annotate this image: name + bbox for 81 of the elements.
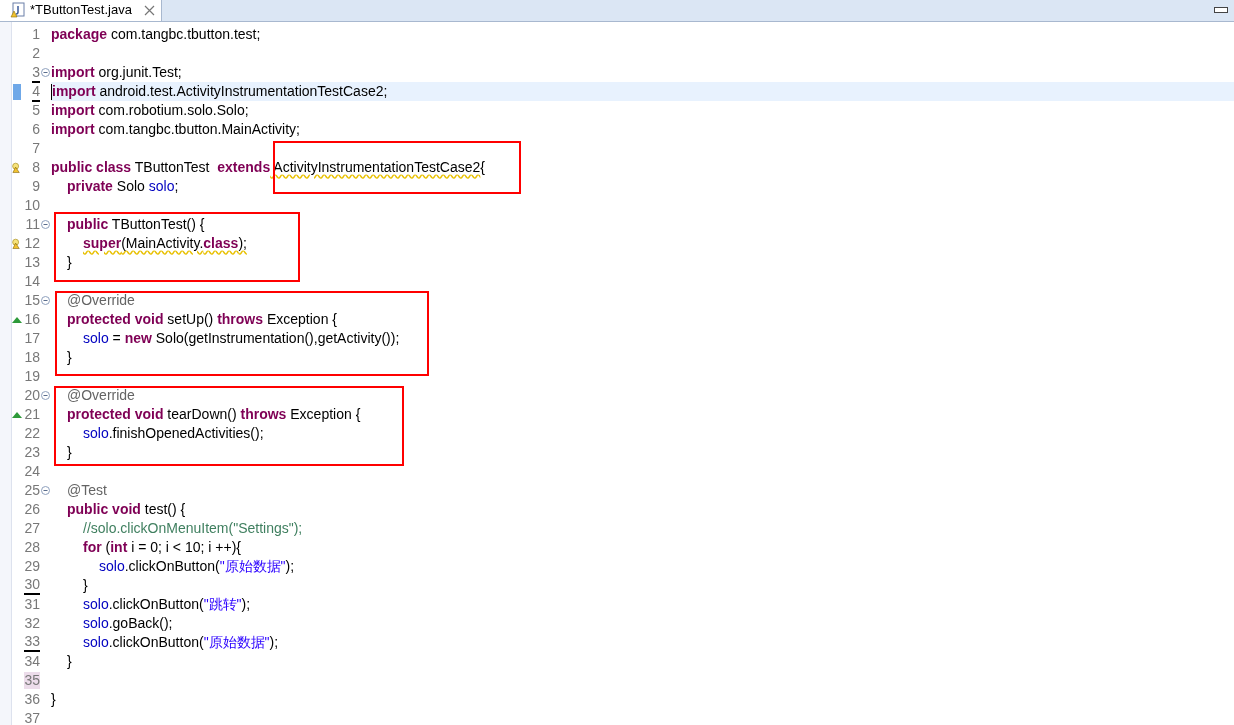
code-line: //solo.clickOnMenuItem("Settings"); [83, 519, 303, 538]
code-line: public TButtonTest() { [67, 215, 205, 234]
code-line: public void test() { [67, 500, 186, 519]
code-line: import org.junit.Test; [51, 63, 182, 82]
code-line: public class TButtonTest extends ActivityInstrumentationTestCase2{ [51, 158, 485, 177]
line-number: 24 [24, 463, 40, 480]
code-line: import android.test.ActivityInstrumentationTestCase2; [52, 82, 388, 101]
code-line: package com.tangbc.tbutton.test; [51, 25, 261, 44]
line-number: 31 [24, 596, 40, 613]
code-line: solo = new Solo(getInstrumentation(),getActivity()); [83, 329, 400, 348]
code-line: @Test [67, 481, 107, 500]
code-line: } [51, 690, 56, 709]
line-number: 20 [24, 387, 40, 404]
line-number: 4 [32, 81, 40, 102]
code-line: protected void setUp() throws Exception { [67, 310, 337, 329]
code-line: import com.tangbc.tbutton.MainActivity; [51, 120, 300, 139]
line-number: 14 [24, 273, 40, 290]
code-line: solo.finishOpenedActivities(); [83, 424, 264, 443]
code-line: } [67, 652, 72, 671]
override-triangle-icon[interactable] [12, 411, 22, 418]
code-line: solo.clickOnButton("原始数据"); [83, 633, 279, 652]
code-line: } [83, 576, 88, 595]
line-number: 32 [24, 615, 40, 632]
line-number: 15 [24, 292, 40, 309]
code-line: } [67, 253, 72, 272]
line-number: 19 [24, 368, 40, 385]
line-number: 8 [32, 159, 40, 176]
line-number: 17 [24, 330, 40, 347]
collapse-icon[interactable] [41, 68, 50, 77]
code-line: for (int i = 0; i < 10; i ++){ [83, 538, 241, 557]
line-number: 5 [32, 102, 40, 119]
line-number: 10 [24, 197, 40, 214]
code-line: super(MainActivity.class); [83, 234, 247, 253]
line-number: 26 [24, 501, 40, 518]
code-line: } [67, 443, 72, 462]
code-line: @Override [67, 291, 135, 310]
collapse-icon[interactable] [41, 220, 50, 229]
line-number: 7 [32, 140, 40, 157]
line-number: 16 [24, 311, 40, 328]
collapse-icon[interactable] [41, 486, 50, 495]
line-number: 6 [32, 121, 40, 138]
line-number: 28 [24, 539, 40, 556]
warning-lightbulb-icon[interactable] [12, 237, 22, 250]
text-cursor [51, 83, 52, 100]
code-line: solo.clickOnButton("跳转"); [83, 595, 251, 614]
code-line: solo.clickOnButton("原始数据"); [99, 557, 295, 576]
editor-tab[interactable]: *TButtonTest.java [0, 0, 162, 21]
minimize-icon[interactable] [1214, 7, 1228, 13]
override-triangle-icon[interactable] [12, 316, 22, 323]
line-number: 1 [32, 26, 40, 43]
warning-lightbulb-icon[interactable] [12, 161, 22, 174]
line-number: 35 [24, 672, 40, 689]
line-number: 29 [24, 558, 40, 575]
code-line: } [67, 348, 72, 367]
line-number: 3 [32, 64, 40, 81]
line-number: 9 [32, 178, 40, 195]
line-number: 13 [24, 254, 40, 271]
code-line: protected void tearDown() throws Exception { [67, 405, 361, 424]
line-number: 18 [24, 349, 40, 366]
line-number: 23 [24, 444, 40, 461]
line-number: 12 [24, 235, 40, 252]
java-file-icon [10, 2, 26, 18]
line-number: 30 [24, 576, 40, 595]
close-icon[interactable] [143, 4, 155, 16]
code-line: private Solo solo; [67, 177, 179, 196]
line-number: 21 [24, 406, 40, 423]
collapse-icon[interactable] [41, 391, 50, 400]
line-number: 11 [25, 216, 40, 233]
line-number: 33 [24, 633, 40, 652]
tab-title: *TButtonTest.java [30, 1, 132, 20]
code-line: @Override [67, 386, 135, 405]
line-number: 36 [24, 691, 40, 708]
collapse-icon[interactable] [41, 296, 50, 305]
line-number: 22 [24, 425, 40, 442]
line-number: 37 [24, 710, 40, 725]
line-number: 25 [24, 482, 40, 499]
code-line: import com.robotium.solo.Solo; [51, 101, 249, 120]
line-number: 2 [32, 45, 40, 62]
line-number: 34 [24, 653, 40, 670]
line-number: 27 [24, 520, 40, 537]
code-line: solo.goBack(); [83, 614, 173, 633]
